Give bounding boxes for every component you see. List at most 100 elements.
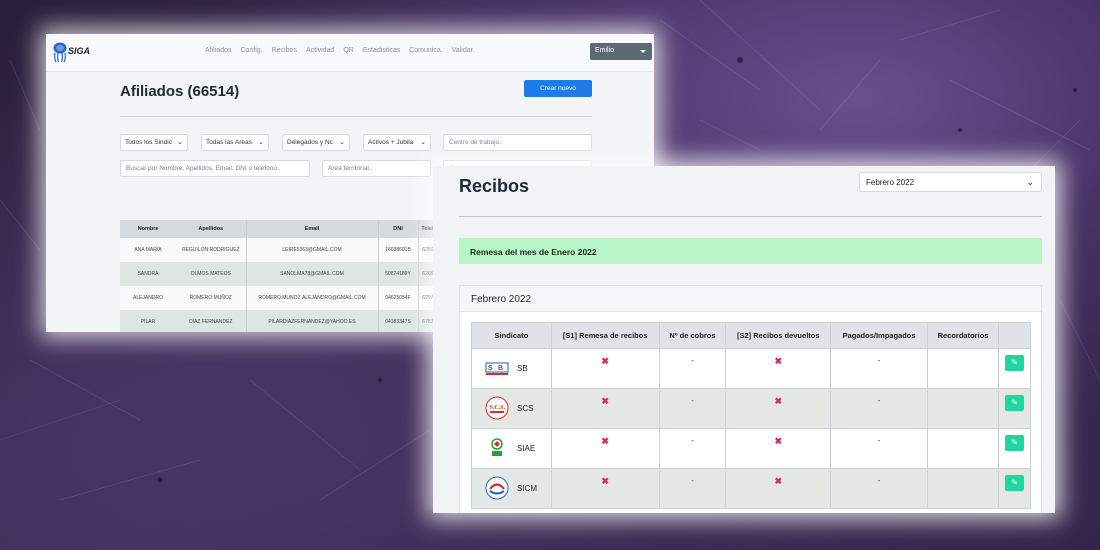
cell-devueltos: ✖ (725, 348, 832, 389)
column-header[interactable]: Email (245, 220, 378, 238)
user-menu-dropdown[interactable]: Emilio (590, 43, 652, 60)
month-select-value: Febrero 2022 (866, 178, 915, 187)
cell-email: PILARDIAZFERNANDEZ@YAHOO.ES (245, 310, 378, 332)
areas-select[interactable]: Todas las Areas ⌄ (201, 134, 269, 151)
cell-cobros: - (658, 428, 727, 469)
cell-pagados: - (830, 468, 929, 509)
cell-apellidos: ROMERO MUÑOZ (176, 286, 246, 310)
edit-icon[interactable]: ✎ (1004, 395, 1024, 411)
recibos-table: Sindicato [S1] Remesa de recibos Nº de c… (471, 322, 1032, 509)
cell-nombre: PILAR (120, 310, 176, 332)
area-territorial-input[interactable]: Area territorial.. (322, 160, 431, 177)
nav-recibos[interactable]: Recibos (272, 47, 297, 54)
cell-nombre: SANDRA (120, 262, 176, 286)
centro-trabajo-input[interactable]: Centro de trabajo.. (443, 134, 592, 151)
table-row[interactable]: PILAR DIAZ FERNANDEZ PILARDIAZFERNANDEZ@… (120, 310, 440, 332)
nav-comunica[interactable]: Comunica. (409, 47, 442, 54)
sindicato-select[interactable]: Todos los Sindic ⌄ (120, 134, 188, 151)
x-icon: ✖ (601, 356, 609, 366)
x-icon: ✖ (601, 436, 609, 446)
cell-pagados: - (830, 428, 929, 469)
chevron-down-icon: ⌄ (1026, 177, 1034, 187)
svg-text:S.C.S.: S.C.S. (490, 405, 506, 411)
afiliados-table: Nombre Apellidos Email DNI Telefo ANA MA… (120, 220, 440, 332)
nav-actividad[interactable]: Actividad (306, 47, 334, 54)
estado-select-value: Activos + Jubila (368, 139, 414, 146)
column-header-devueltos: [S2] Recibos devueltos (725, 322, 832, 349)
cell-devueltos: ✖ (725, 388, 832, 429)
x-icon: ✖ (601, 476, 609, 486)
scs-logo-icon: S.C.S. (485, 396, 509, 420)
cell-remesa: ✖ (550, 468, 660, 509)
cell-sindicato: SIAE (471, 428, 552, 469)
column-header[interactable]: Nombre (120, 220, 176, 238)
nav-qr[interactable]: QR (343, 47, 354, 54)
jellyfish-logo-icon[interactable] (52, 41, 68, 63)
cell-sindicato: SICM (471, 468, 552, 509)
sindicato-code: SCS (517, 404, 534, 413)
nav-config[interactable]: Config. (240, 47, 262, 54)
table-row[interactable]: SANDRA OLMOS MATEOS SANOLMA78@GMAIL.COM … (120, 262, 440, 286)
cell-recordatorios (927, 468, 999, 509)
cobros-value: - (691, 396, 694, 405)
column-header-actions (997, 322, 1032, 349)
cell-apellidos: DIAZ FERNANDEZ (176, 310, 246, 332)
column-header[interactable]: Apellidos (176, 220, 246, 238)
estado-select[interactable]: Activos + Jubila ⌄ (363, 134, 431, 151)
column-header[interactable]: DNI (377, 220, 418, 238)
cell-actions: ✎ (997, 388, 1032, 429)
column-header-recordatorios: Recordatorios (927, 322, 999, 349)
cobros-value: - (691, 436, 694, 445)
edit-icon[interactable]: ✎ (1004, 355, 1024, 371)
brand-name[interactable]: SIGA (68, 46, 90, 56)
divider (459, 216, 1042, 217)
cell-dni: 16038601B (377, 238, 418, 262)
delegados-select-value: Delegados y Nc (287, 139, 333, 146)
search-input[interactable]: Buscar por Nombre, Apellidos, Email, DNI… (120, 160, 310, 177)
cell-pagados: - (830, 388, 929, 429)
nav-afiliados[interactable]: Afiliados (205, 47, 231, 54)
create-new-button[interactable]: Crear nuevo (524, 80, 592, 97)
sindicato-code: SB (517, 364, 528, 373)
month-select[interactable]: Febrero 2022 ⌄ (859, 172, 1042, 192)
table-header-row: Nombre Apellidos Email DNI Telefo (120, 220, 440, 238)
table-row[interactable]: ANA MARIA REGUILON RODRIGUEZ LEIRE5363@G… (120, 238, 440, 262)
edit-icon[interactable]: ✎ (1004, 435, 1024, 451)
sb-logo-icon: S B (485, 362, 509, 375)
cell-cobros: - (658, 468, 727, 509)
cell-apellidos: REGUILON RODRIGUEZ (176, 238, 246, 262)
pagados-value: - (877, 356, 881, 365)
chevron-down-icon: ⌄ (420, 139, 426, 146)
cell-nombre: ANA MARIA (120, 238, 176, 262)
x-icon: ✖ (601, 396, 609, 406)
cell-email: LEIRE5363@GMAIL.COM (245, 238, 378, 262)
sindicato-select-value: Todos los Sindic (125, 139, 172, 146)
nav-validar[interactable]: Validar. (452, 47, 475, 54)
table-row[interactable]: ALEJANDRO ROMERO MUÑOZ ROMERO.MUNOZ.ALEJ… (120, 286, 440, 310)
x-icon: ✖ (774, 396, 783, 406)
table-row: S B SB ✖ - ✖ - ✎ (471, 348, 1032, 389)
x-icon: ✖ (774, 356, 783, 366)
cell-remesa: ✖ (550, 388, 660, 429)
chevron-down-icon: ⌄ (177, 139, 183, 146)
cell-devueltos: ✖ (725, 428, 832, 469)
delegados-select[interactable]: Delegados y Nc ⌄ (282, 134, 350, 151)
remesa-alert: Remesa del mes de Enero 2022 (459, 238, 1042, 264)
column-header-cobros: Nº de cobros (658, 322, 727, 349)
cell-remesa: ✖ (550, 348, 660, 389)
card-title: Febrero 2022 (460, 286, 1041, 312)
cell-cobros: - (658, 348, 727, 389)
x-icon: ✖ (774, 476, 783, 486)
nav-links: Afiliados Config. Recibos Actividad QR E… (205, 47, 475, 54)
cell-recordatorios (927, 428, 999, 469)
cell-recordatorios (927, 388, 999, 429)
caret-down-icon (640, 50, 646, 53)
nav-estadisticas[interactable]: Estadisticas (363, 47, 400, 54)
svg-text:S: S (488, 365, 493, 372)
chevron-down-icon: ⌄ (258, 139, 264, 146)
cell-dni: 50874189Y (377, 262, 418, 286)
edit-icon[interactable]: ✎ (1004, 475, 1024, 491)
cell-nombre: ALEJANDRO (120, 286, 176, 310)
page-title: Recibos (459, 176, 530, 196)
sindicato-code: SICM (517, 484, 537, 493)
